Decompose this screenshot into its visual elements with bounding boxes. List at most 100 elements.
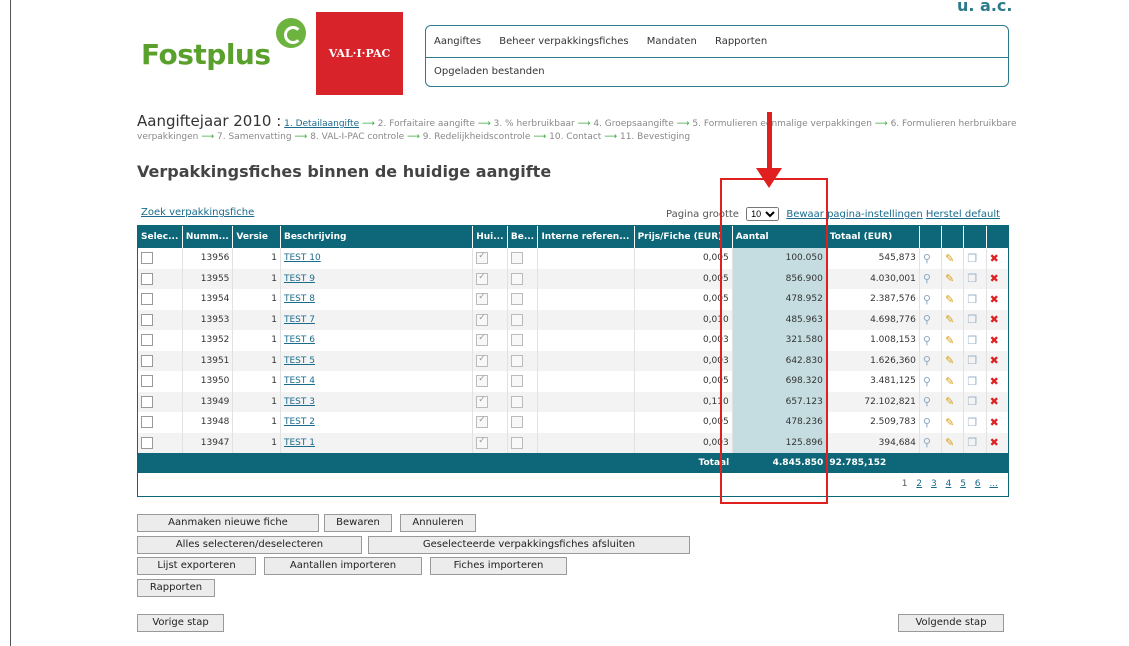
import-fiches-button[interactable]: Fiches importeren	[430, 557, 567, 575]
edit-pencil-icon[interactable]: ✎	[941, 268, 965, 289]
step-8[interactable]: 8. VAL-I-PAC controle	[310, 132, 404, 142]
nav-mandaten[interactable]: Mandaten	[647, 36, 697, 47]
view-icon[interactable]: ⚲	[919, 248, 943, 269]
row-select-checkbox[interactable]	[141, 334, 153, 347]
col-beschrijving[interactable]: Beschrijving	[280, 226, 474, 248]
view-icon[interactable]: ⚲	[919, 330, 943, 351]
select-all-button[interactable]: Alles selecteren/deselecteren	[137, 536, 362, 554]
delete-icon[interactable]: ✖	[986, 248, 1008, 269]
copy-icon[interactable]: ❐	[963, 350, 987, 371]
delete-icon[interactable]: ✖	[986, 268, 1008, 289]
cell-beschrijving-link[interactable]: TEST 8	[284, 294, 315, 304]
page-link[interactable]: 2	[916, 479, 922, 489]
copy-icon[interactable]: ❐	[963, 391, 987, 412]
row-select-checkbox[interactable]	[141, 354, 153, 367]
edit-pencil-icon[interactable]: ✎	[941, 391, 965, 412]
step-2[interactable]: 2. Forfaitaire aangifte	[378, 119, 475, 129]
row-select-checkbox[interactable]	[141, 252, 153, 265]
edit-pencil-icon[interactable]: ✎	[941, 371, 965, 392]
import-amounts-button[interactable]: Aantallen importeren	[264, 557, 422, 575]
row-select-checkbox[interactable]	[141, 395, 153, 408]
row-select-checkbox[interactable]	[141, 436, 153, 449]
view-icon[interactable]: ⚲	[919, 289, 943, 310]
copy-icon[interactable]: ❐	[963, 412, 987, 433]
row-select-checkbox[interactable]	[141, 375, 153, 388]
step-9[interactable]: 9. Redelijkheidscontrole	[423, 132, 531, 142]
new-fiche-button[interactable]: Aanmaken nieuwe fiche	[137, 514, 319, 532]
row-select-checkbox[interactable]	[141, 313, 153, 326]
col-nummer[interactable]: Numm...	[182, 226, 234, 248]
edit-pencil-icon[interactable]: ✎	[941, 330, 965, 351]
step-7[interactable]: 7. Samenvatting	[217, 132, 292, 142]
search-fiche-link[interactable]: Zoek verpakkingsfiche	[141, 207, 254, 218]
copy-icon[interactable]: ❐	[963, 289, 987, 310]
edit-pencil-icon[interactable]: ✎	[941, 309, 965, 330]
close-selected-button[interactable]: Geselecteerde verpakkingsfiches afsluite…	[368, 536, 690, 554]
view-icon[interactable]: ⚲	[919, 371, 943, 392]
cell-beschrijving-link[interactable]: TEST 7	[284, 315, 315, 325]
col-prijs[interactable]: Prijs/Fiche (EUR)	[634, 226, 733, 248]
page-link[interactable]: 6	[975, 479, 981, 489]
delete-icon[interactable]: ✖	[986, 350, 1008, 371]
cell-beschrijving-link[interactable]: TEST 1	[284, 438, 315, 448]
delete-icon[interactable]: ✖	[986, 309, 1008, 330]
col-versie[interactable]: Versie	[232, 226, 281, 248]
step-10[interactable]: 10. Contact	[549, 132, 601, 142]
row-select-checkbox[interactable]	[141, 416, 153, 429]
copy-icon[interactable]: ❐	[963, 268, 987, 289]
save-button[interactable]: Bewaren	[324, 514, 392, 532]
col-interne-referentie[interactable]: Interne referen...	[537, 226, 635, 248]
view-icon[interactable]: ⚲	[919, 350, 943, 371]
delete-icon[interactable]: ✖	[986, 412, 1008, 433]
reports-button[interactable]: Rapporten	[137, 579, 215, 597]
view-icon[interactable]: ⚲	[919, 412, 943, 433]
delete-icon[interactable]: ✖	[986, 330, 1008, 351]
copy-icon[interactable]: ❐	[963, 330, 987, 351]
view-icon[interactable]: ⚲	[919, 268, 943, 289]
nav-aangiftes[interactable]: Aangiftes	[434, 36, 481, 47]
col-select[interactable]: Selec...	[138, 226, 183, 248]
step-5[interactable]: 5. Formulieren eenmalige verpakkingen	[692, 119, 872, 129]
row-select-checkbox[interactable]	[141, 272, 153, 285]
copy-icon[interactable]: ❐	[963, 432, 987, 453]
next-step-button[interactable]: Volgende stap	[898, 614, 1004, 632]
edit-pencil-icon[interactable]: ✎	[941, 350, 965, 371]
step-11[interactable]: 11. Bevestiging	[620, 132, 690, 142]
nav-beheer-verpakkingsfiches[interactable]: Beheer verpakkingsfiches	[499, 36, 628, 47]
row-select-checkbox[interactable]	[141, 293, 153, 306]
cell-beschrijving-link[interactable]: TEST 6	[284, 335, 315, 345]
edit-pencil-icon[interactable]: ✎	[941, 289, 965, 310]
export-list-button[interactable]: Lijst exporteren	[137, 557, 256, 575]
step-current[interactable]: 1. Detailaangifte	[284, 119, 359, 129]
delete-icon[interactable]: ✖	[986, 371, 1008, 392]
delete-icon[interactable]: ✖	[986, 289, 1008, 310]
col-totaal[interactable]: Totaal (EUR)	[826, 226, 920, 248]
cell-beschrijving-link[interactable]: TEST 2	[284, 417, 315, 427]
step-3[interactable]: 3. % herbruikbaar	[494, 119, 575, 129]
cell-beschrijving-link[interactable]: TEST 3	[284, 397, 315, 407]
page-link[interactable]: 4	[946, 479, 952, 489]
copy-icon[interactable]: ❐	[963, 309, 987, 330]
nav-rapporten[interactable]: Rapporten	[715, 36, 767, 47]
delete-icon[interactable]: ✖	[986, 432, 1008, 453]
col-be[interactable]: Be...	[507, 226, 539, 248]
page-link[interactable]: 3	[931, 479, 937, 489]
view-icon[interactable]: ⚲	[919, 432, 943, 453]
page-link[interactable]: 5	[960, 479, 966, 489]
cell-beschrijving-link[interactable]: TEST 5	[284, 356, 315, 366]
delete-icon[interactable]: ✖	[986, 391, 1008, 412]
col-huidig[interactable]: Hui...	[472, 226, 508, 248]
copy-icon[interactable]: ❐	[963, 371, 987, 392]
step-4[interactable]: 4. Groepsaangifte	[593, 119, 673, 129]
edit-pencil-icon[interactable]: ✎	[941, 248, 965, 269]
cell-beschrijving-link[interactable]: TEST 4	[284, 376, 315, 386]
copy-icon[interactable]: ❐	[963, 248, 987, 269]
cell-beschrijving-link[interactable]: TEST 10	[284, 253, 321, 263]
edit-pencil-icon[interactable]: ✎	[941, 412, 965, 433]
view-icon[interactable]: ⚲	[919, 391, 943, 412]
nav-opgeladen-bestanden[interactable]: Opgeladen bestanden	[434, 66, 545, 77]
previous-step-button[interactable]: Vorige stap	[137, 614, 224, 632]
edit-pencil-icon[interactable]: ✎	[941, 432, 965, 453]
reset-default-link[interactable]: Herstel default	[926, 209, 1000, 220]
page-link-more[interactable]: ...	[989, 479, 998, 489]
